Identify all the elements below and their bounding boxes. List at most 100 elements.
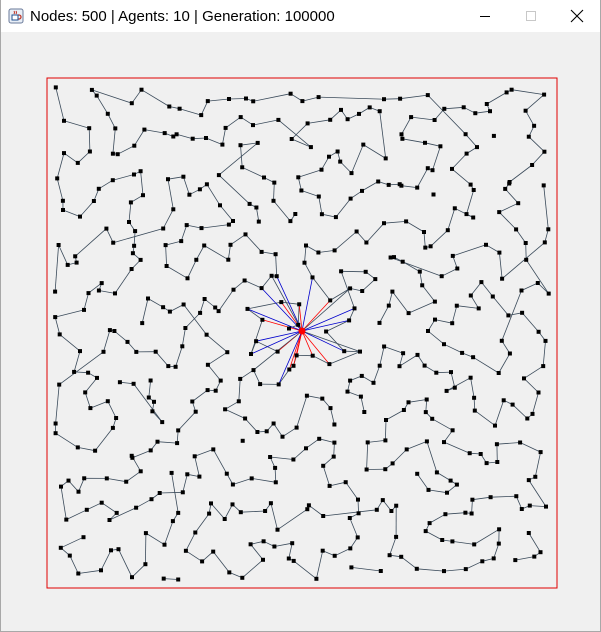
tour-edge [429,513,446,524]
graph-node [104,226,109,231]
tour-edge [390,257,442,277]
minimize-button[interactable] [462,0,508,32]
graph-node [247,201,252,206]
graph-node [192,454,197,459]
graph-node [546,291,551,296]
tour-edge [162,209,174,229]
graph-node [131,381,136,386]
graph-node [111,240,116,245]
graph-node [306,503,311,508]
tour-edge [427,94,466,135]
tour-edge [63,152,79,164]
tour-edge [532,392,539,415]
graph-node [177,106,182,111]
tour-edge [389,536,397,556]
graph-node [348,286,353,291]
tour-edge [528,532,541,553]
graph-node [227,570,232,575]
maximize-button[interactable] [508,0,554,32]
tour-edge [383,98,401,100]
graph-node [134,505,139,510]
graph-node [377,363,382,368]
graph-node [390,461,395,466]
graph-node [494,442,499,447]
tour-edge [304,245,307,263]
graph-node [342,349,347,354]
graph-node [114,416,119,420]
agent-path-line [301,330,314,356]
graph-node [394,503,399,508]
graph-node [422,230,426,234]
graph-node [124,479,129,484]
tour-edge [133,383,163,423]
graph-node [132,243,137,248]
tour-edge [228,98,247,100]
tour-edge [224,400,240,410]
graph-node [398,96,403,101]
tour-edge [515,556,535,561]
tour-edge [512,404,528,419]
graph-node [434,470,439,475]
graph-node [293,212,298,216]
tour-edge [114,268,132,294]
graph-node [488,495,493,500]
tour-edge [451,153,467,170]
graph-node [514,494,519,499]
graph-node [91,199,96,203]
graph-node [271,198,276,203]
graph-node [302,260,307,265]
graph-node [183,326,188,330]
tour-edge [340,271,355,309]
graph-node [400,259,405,264]
tour-edge [112,128,116,154]
graph-node [414,566,419,571]
close-button[interactable] [554,0,600,32]
graph-node [148,378,153,383]
graph-node [450,166,454,171]
graph-node [399,554,404,559]
graph-node [261,539,266,544]
tour-edge [528,136,545,152]
tour-edge [400,556,418,570]
tour-edge [379,305,390,324]
graph-node [304,393,309,398]
tour-edge [347,391,362,397]
graph-node [438,144,443,149]
tour-edge [318,250,335,253]
tour-edge [501,290,522,341]
graph-node [268,501,273,506]
java-icon [8,8,24,24]
tour-edge [192,389,208,402]
tour-edge [182,474,188,493]
graph-node [55,176,60,181]
graph-node [185,276,190,281]
graph-node [432,118,437,122]
graph-node [519,507,524,511]
tour-edge [128,202,132,223]
tour-edge [253,369,261,385]
tour-edge [416,473,429,491]
graph-node [133,229,138,234]
graph-node [348,378,353,383]
tour-edge [145,533,147,565]
graph-node [82,476,87,481]
graph-node [316,95,321,100]
graph-node [397,364,402,369]
graph-node [193,409,198,414]
graph-node [389,509,394,513]
app-window: Nodes: 500 | Agents: 10 | Generation: 10… [0,0,601,632]
graph-node [273,465,278,470]
graph-node [99,568,103,573]
tour-edge [133,231,136,246]
graph-canvas [46,77,558,589]
title-bar[interactable]: Nodes: 500 | Agents: 10 | Generation: 10… [1,0,600,32]
graph-node [82,307,86,312]
tour-edge [291,123,308,140]
graph-node [386,182,391,187]
tour-edge [185,550,203,562]
graph-node [220,142,225,147]
graph-node [216,173,221,178]
tour-edge [62,209,81,217]
tour-edge [306,395,323,399]
graph-node [530,411,535,416]
